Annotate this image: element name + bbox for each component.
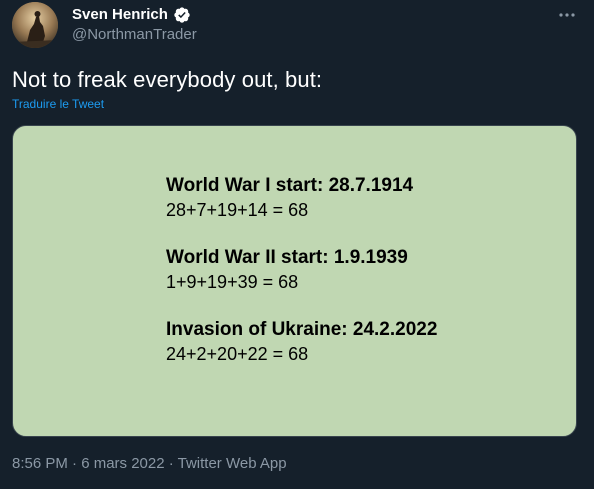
media-text-block: World War I start: 28.7.1914 28+7+19+14 … — [166, 174, 437, 390]
author-display-name[interactable]: Sven Henrich — [72, 6, 168, 24]
media-heading: World War II start: 1.9.1939 — [166, 247, 408, 268]
media-sum: 28+7+19+14 = 68 — [166, 200, 309, 220]
tweet-text: Not to freak everybody out, but: — [12, 67, 323, 92]
media-section-ukraine: Invasion of Ukraine: 24.2.2022 24+2+20+2… — [166, 318, 437, 366]
tweet-media-image[interactable]: World War I start: 28.7.1914 28+7+19+14 … — [12, 125, 577, 437]
media-heading: Invasion of Ukraine: 24.2.2022 — [166, 319, 438, 340]
tweet: Sven Henrich @NorthmanTrader Not to frea… — [0, 0, 594, 489]
avatar-silhouette-icon — [12, 2, 58, 48]
media-sum: 1+9+19+39 = 68 — [166, 272, 299, 292]
media-sum: 24+2+20+22 = 68 — [166, 344, 309, 364]
media-section-ww1: World War I start: 28.7.1914 28+7+19+14 … — [166, 174, 437, 222]
media-section-ww2: World War II start: 1.9.1939 1+9+19+39 =… — [166, 246, 437, 294]
author-name-row[interactable]: Sven Henrich — [72, 6, 191, 24]
more-options-icon[interactable] — [556, 6, 578, 24]
more-dots-glyph — [559, 13, 575, 17]
media-heading: World War I start: 28.7.1914 — [166, 175, 414, 196]
tweet-timestamp[interactable]: 8:56 PM · 6 mars 2022 · Twitter Web App — [12, 455, 287, 473]
translate-tweet-link[interactable]: Traduire le Tweet — [12, 96, 104, 112]
verified-badge-icon — [173, 6, 191, 24]
author-handle[interactable]: @NorthmanTrader — [72, 26, 197, 44]
avatar[interactable] — [12, 2, 58, 48]
